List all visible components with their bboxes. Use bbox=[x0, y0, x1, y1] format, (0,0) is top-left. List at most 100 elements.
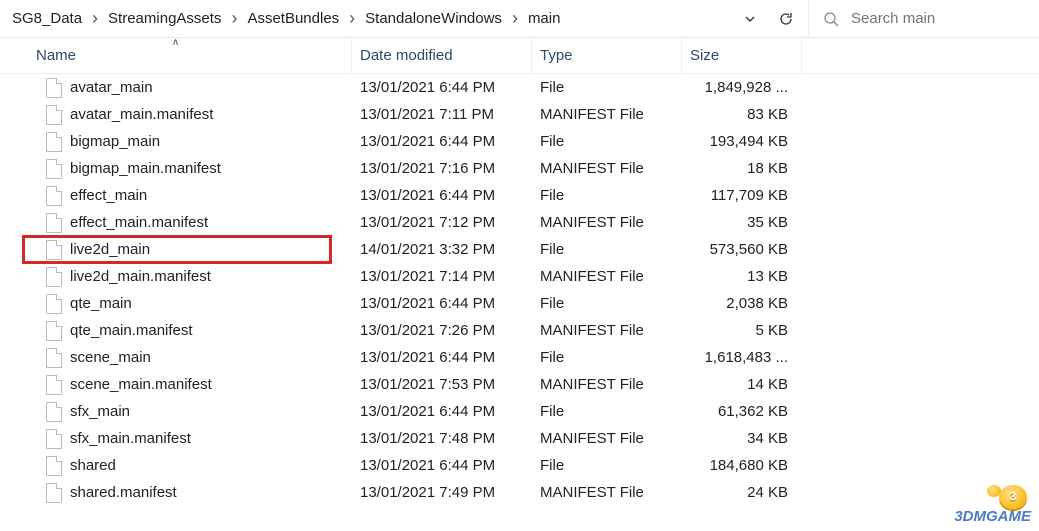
search-icon bbox=[823, 11, 839, 27]
table-row[interactable]: scene_main.manifest13/01/2021 7:53 PMMAN… bbox=[20, 371, 1039, 398]
chevron-right-icon: › bbox=[347, 8, 357, 29]
table-row[interactable]: sfx_main 13/01/2021 6:44 PMFile61,362 KB bbox=[20, 398, 1039, 425]
file-icon bbox=[46, 429, 62, 449]
table-row[interactable]: live2d_main.manifest13/01/2021 7:14 PMMA… bbox=[20, 263, 1039, 290]
table-row[interactable]: shared13/01/2021 6:44 PMFile184,680 KB bbox=[20, 452, 1039, 479]
chevron-right-icon: › bbox=[90, 8, 100, 29]
file-name: shared bbox=[70, 457, 116, 474]
table-row[interactable]: live2d_main14/01/2021 3:32 PMFile573,560… bbox=[20, 236, 1039, 263]
table-row[interactable]: sfx_main.manifest 13/01/2021 7:48 PMMANIF… bbox=[20, 425, 1039, 452]
file-type: File bbox=[532, 295, 682, 312]
file-type: MANIFEST File bbox=[532, 214, 682, 231]
file-size: 1,849,928 ... bbox=[682, 79, 802, 96]
column-size-label: Size bbox=[690, 47, 719, 64]
sort-ascending-icon: ∧ bbox=[172, 37, 179, 48]
file-size: 184,680 KB bbox=[682, 457, 802, 474]
column-name-label: Name bbox=[36, 47, 76, 64]
table-row[interactable]: avatar_main.manifest13/01/2021 7:11 PMMA… bbox=[20, 101, 1039, 128]
file-name: live2d_main.manifest bbox=[70, 268, 211, 285]
file-size: 573,560 KB bbox=[682, 241, 802, 258]
file-size: 2,038 KB bbox=[682, 295, 802, 312]
search-box[interactable] bbox=[809, 0, 1039, 37]
file-name: effect_main.manifest bbox=[70, 214, 208, 231]
breadcrumb-segment[interactable]: main bbox=[520, 0, 569, 37]
file-icon bbox=[46, 348, 62, 368]
file-date: 13/01/2021 7:48 PM bbox=[352, 430, 532, 447]
breadcrumb-segment[interactable]: SG8_Data bbox=[4, 0, 90, 37]
refresh-icon bbox=[778, 11, 794, 27]
file-type: File bbox=[532, 241, 682, 258]
file-size: 117,709 KB bbox=[682, 187, 802, 204]
column-header-size[interactable]: Size bbox=[682, 38, 802, 73]
file-type: MANIFEST File bbox=[532, 484, 682, 501]
chevron-down-icon bbox=[744, 13, 756, 25]
file-icon bbox=[46, 294, 62, 314]
table-row[interactable]: qte_main 13/01/2021 6:44 PMFile2,038 KB bbox=[20, 290, 1039, 317]
file-type: MANIFEST File bbox=[532, 430, 682, 447]
file-size: 1,618,483 ... bbox=[682, 349, 802, 366]
file-type: MANIFEST File bbox=[532, 268, 682, 285]
column-date-label: Date modified bbox=[360, 47, 453, 64]
table-row[interactable]: bigmap_main13/01/2021 6:44 PMFile193,494… bbox=[20, 128, 1039, 155]
file-size: 14 KB bbox=[682, 376, 802, 393]
file-icon bbox=[46, 240, 62, 260]
file-size: 5 KB bbox=[682, 322, 802, 339]
file-icon bbox=[46, 159, 62, 179]
file-icon bbox=[46, 375, 62, 395]
table-row[interactable]: scene_main 13/01/2021 6:44 PMFile1,618,48… bbox=[20, 344, 1039, 371]
file-icon bbox=[46, 132, 62, 152]
file-type: File bbox=[532, 349, 682, 366]
refresh-button[interactable] bbox=[768, 0, 804, 37]
file-icon bbox=[46, 78, 62, 98]
file-type: File bbox=[532, 133, 682, 150]
file-type: MANIFEST File bbox=[532, 376, 682, 393]
file-name: scene_main bbox=[70, 349, 151, 366]
search-input[interactable] bbox=[851, 10, 1021, 27]
file-icon bbox=[46, 321, 62, 341]
breadcrumb-segment[interactable]: AssetBundles bbox=[239, 0, 347, 37]
table-row[interactable]: effect_main13/01/2021 6:44 PMFile117,709… bbox=[20, 182, 1039, 209]
file-name: sfx_main.manifest bbox=[70, 430, 191, 447]
breadcrumb-segment[interactable]: StandaloneWindows bbox=[357, 0, 510, 37]
breadcrumb[interactable]: SG8_Data›StreamingAssets›AssetBundles›St… bbox=[0, 0, 732, 37]
column-type-label: Type bbox=[540, 47, 573, 64]
column-header-date[interactable]: Date modified bbox=[352, 38, 532, 73]
file-name: qte_main bbox=[70, 295, 132, 312]
file-date: 13/01/2021 6:44 PM bbox=[352, 403, 532, 420]
file-name: live2d_main bbox=[70, 241, 150, 258]
table-row[interactable]: avatar_main13/01/2021 6:44 PMFile1,849,9… bbox=[20, 74, 1039, 101]
watermark-text: 3DMGAME bbox=[954, 508, 1031, 525]
column-header-name[interactable]: Name ∧ bbox=[0, 38, 352, 73]
table-row[interactable]: bigmap_main.manifest13/01/2021 7:16 PMMA… bbox=[20, 155, 1039, 182]
file-type: File bbox=[532, 187, 682, 204]
file-name: avatar_main.manifest bbox=[70, 106, 213, 123]
file-name: qte_main.manifest bbox=[70, 322, 193, 339]
nav-actions bbox=[732, 0, 809, 37]
file-date: 13/01/2021 6:44 PM bbox=[352, 133, 532, 150]
file-type: File bbox=[532, 403, 682, 420]
file-date: 13/01/2021 7:53 PM bbox=[352, 376, 532, 393]
file-date: 13/01/2021 7:16 PM bbox=[352, 160, 532, 177]
column-header-type[interactable]: Type bbox=[532, 38, 682, 73]
table-row[interactable]: effect_main.manifest13/01/2021 7:12 PMMA… bbox=[20, 209, 1039, 236]
file-size: 61,362 KB bbox=[682, 403, 802, 420]
column-headers: Name ∧ Date modified Type Size bbox=[0, 38, 1039, 74]
file-name: sfx_main bbox=[70, 403, 130, 420]
file-name: bigmap_main.manifest bbox=[70, 160, 221, 177]
table-row[interactable]: qte_main.manifest13/01/2021 7:26 PMMANIF… bbox=[20, 317, 1039, 344]
chevron-right-icon: › bbox=[510, 8, 520, 29]
file-list-area: avatar_main13/01/2021 6:44 PMFile1,849,9… bbox=[20, 74, 1039, 531]
file-date: 13/01/2021 6:44 PM bbox=[352, 349, 532, 366]
table-row[interactable]: shared.manifest13/01/2021 7:49 PMMANIFES… bbox=[20, 479, 1039, 506]
file-type: MANIFEST File bbox=[532, 322, 682, 339]
breadcrumb-dropdown-button[interactable] bbox=[732, 0, 768, 37]
file-size: 18 KB bbox=[682, 160, 802, 177]
breadcrumb-segment[interactable]: StreamingAssets bbox=[100, 0, 229, 37]
watermark-coin-icon bbox=[999, 485, 1027, 509]
file-icon bbox=[46, 483, 62, 503]
toolbar: SG8_Data›StreamingAssets›AssetBundles›St… bbox=[0, 0, 1039, 38]
file-date: 13/01/2021 6:44 PM bbox=[352, 187, 532, 204]
file-date: 13/01/2021 6:44 PM bbox=[352, 79, 532, 96]
file-name: shared.manifest bbox=[70, 484, 177, 501]
file-date: 13/01/2021 6:44 PM bbox=[352, 295, 532, 312]
